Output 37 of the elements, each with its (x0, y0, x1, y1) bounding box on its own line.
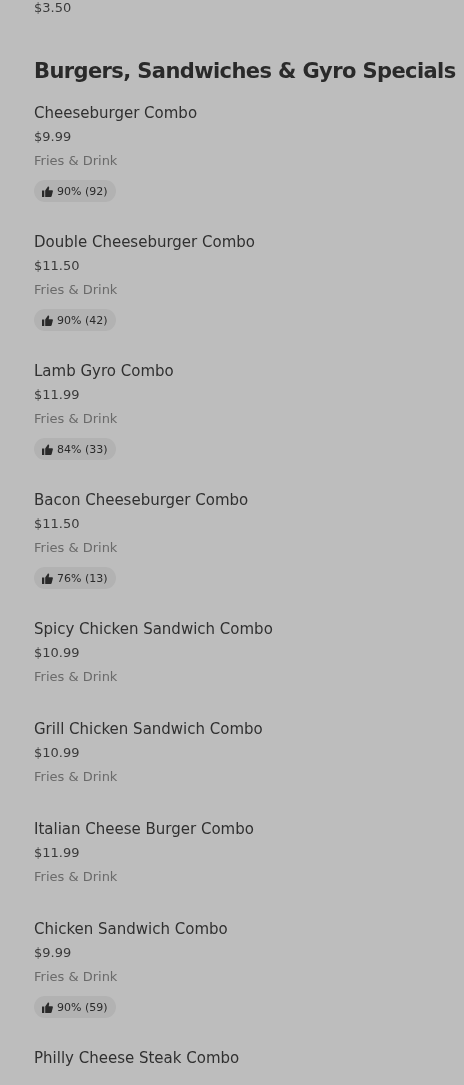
item-name[interactable]: Grill Chicken Sandwich Combo (34, 717, 464, 741)
item-description: Fries & Drink (34, 668, 119, 686)
rating-text: 76% (13) (57, 571, 108, 585)
item-name[interactable]: Philly Cheese Steak Combo (34, 1046, 464, 1070)
item-price: $10.99 (34, 744, 81, 762)
item-name[interactable]: Spicy Chicken Sandwich Combo (34, 617, 464, 641)
item-name[interactable]: Cheeseburger Combo (34, 101, 464, 125)
item-price: $3.50 (34, 0, 73, 16)
item-price: $9.99 (34, 128, 73, 146)
thumbs-up-icon (42, 1001, 53, 1013)
item-price: $11.99 (34, 844, 81, 862)
thumbs-up-icon (42, 185, 53, 197)
rating-text: 90% (59) (57, 1000, 108, 1014)
rating-text: 90% (42) (57, 313, 108, 327)
item-description: Fries & Drink (34, 152, 119, 170)
item-price: $11.50 (34, 515, 81, 533)
item-description: Fries & Drink (34, 281, 119, 299)
item-name[interactable]: Double Cheeseburger Combo (34, 230, 464, 254)
item-description: Fries & Drink (34, 539, 119, 557)
item-description: Fries & Drink (34, 868, 119, 886)
item-name[interactable]: Bacon Cheeseburger Combo (34, 488, 464, 512)
item-description: Fries & Drink (34, 768, 119, 786)
rating-text: 90% (92) (57, 184, 108, 198)
item-price: $9.99 (34, 944, 73, 962)
item-name[interactable]: Lamb Gyro Combo (34, 359, 464, 383)
item-description: Fries & Drink (34, 410, 119, 428)
item-price: $10.99 (34, 644, 81, 662)
rating-text: 84% (33) (57, 442, 108, 456)
item-name[interactable]: Italian Cheese Burger Combo (34, 817, 464, 841)
thumbs-up-icon (42, 443, 53, 455)
item-price: $11.50 (34, 257, 81, 275)
section-title: Burgers, Sandwiches & Gyro Specials (34, 58, 457, 85)
thumbs-up-icon (42, 314, 53, 326)
thumbs-up-icon (42, 572, 53, 584)
item-name[interactable]: Chicken Sandwich Combo (34, 917, 464, 941)
item-description: Fries & Drink (34, 968, 119, 986)
item-price: $11.99 (34, 386, 81, 404)
